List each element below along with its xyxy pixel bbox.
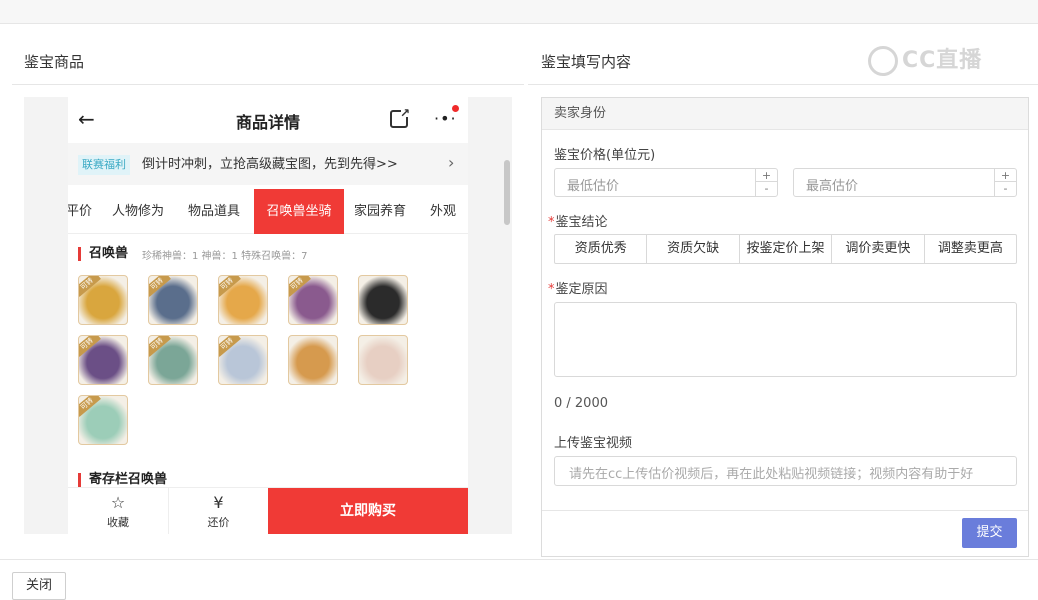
footer-divider	[0, 559, 1038, 560]
pet-thumbnail[interactable]: 可转	[288, 275, 338, 325]
max-price-placeholder: 最高估价	[806, 179, 859, 194]
tab-jiayuan[interactable]: 家园养育	[350, 189, 410, 234]
reason-label-text: 鉴定原因	[555, 282, 608, 297]
pet-thumbnail[interactable]	[358, 335, 408, 385]
increment-icon[interactable]: +	[756, 169, 777, 182]
conclusion-options: 资质优秀 资质欠缺 按鉴定价上架 调价卖更快 调整卖更高	[554, 234, 1017, 264]
yen-icon: ¥	[213, 493, 224, 512]
video-link-input[interactable]: 请先在cc上传估价视频后，再在此处粘贴视频链接；视频内容有助于好	[554, 456, 1017, 486]
min-price-placeholder: 最低估价	[567, 179, 620, 194]
price-label: 鉴宝价格(单位元)	[554, 148, 656, 163]
chevron-right-icon: ›	[448, 153, 455, 172]
reason-label: *鉴定原因	[548, 278, 608, 297]
video-placeholder: 请先在cc上传估价视频后，再在此处粘贴视频链接；视频内容有助于好	[569, 467, 974, 482]
conclusion-label: *鉴宝结论	[548, 211, 608, 230]
char-counter: 0 / 2000	[554, 396, 608, 411]
left-section-divider	[12, 84, 524, 85]
notification-dot	[452, 105, 459, 112]
pet-badge: 可转	[79, 336, 101, 357]
pet-thumbnail[interactable]: 可转	[148, 275, 198, 325]
pet-badge: 可转	[79, 396, 101, 417]
bargain-label: 还价	[207, 516, 230, 529]
max-price-stepper[interactable]: + -	[994, 169, 1016, 196]
storage-heading: 寄存栏召唤兽	[78, 473, 167, 487]
category-tabs: 平价 人物修为 物品道具 召唤兽坐骑 家园养育 外观	[68, 189, 468, 234]
min-price-input[interactable]: 最低估价 + -	[554, 168, 778, 197]
video-label: 上传鉴宝视频	[554, 436, 633, 451]
left-section-title: 鉴宝商品	[24, 53, 85, 71]
tab-waiguan[interactable]: 外观	[426, 189, 460, 234]
required-mark: *	[548, 215, 555, 230]
phone-preview: ← 商品详情 ↗ ·•· 联赛福利 倒计时冲刺，立抢高级藏宝图，先到先得>> ›…	[68, 97, 468, 534]
more-icon[interactable]: ·•·	[434, 109, 457, 128]
favorite-label: 收藏	[107, 516, 129, 529]
right-section-divider	[528, 84, 1038, 85]
right-section-title: 鉴宝填写内容	[541, 53, 632, 71]
share-icon[interactable]: ↗	[390, 106, 410, 128]
conclusion-label-text: 鉴宝结论	[555, 215, 608, 230]
tab-zhaohuanshou[interactable]: 召唤兽坐骑	[254, 189, 344, 234]
option-list-at-price[interactable]: 按鉴定价上架	[740, 235, 833, 263]
option-excellent[interactable]: 资质优秀	[555, 235, 648, 263]
top-bar	[0, 0, 1038, 24]
promo-tag: 联赛福利	[78, 155, 130, 175]
pet-badge: 可转	[79, 276, 101, 297]
pet-thumbnail[interactable]: 可转	[148, 335, 198, 385]
close-button[interactable]: 关闭	[12, 572, 66, 600]
pet-thumbnail[interactable]: 可转	[218, 275, 268, 325]
pet-badge: 可转	[219, 336, 241, 357]
seller-identity-header: 卖家身份	[542, 98, 1028, 130]
tab-pingjia[interactable]: 平价	[68, 189, 92, 234]
buy-now-button[interactable]: 立即购买	[268, 488, 468, 534]
pet-thumbnail[interactable]	[358, 275, 408, 325]
option-lacking[interactable]: 资质欠缺	[647, 235, 740, 263]
reason-textarea[interactable]	[554, 302, 1017, 377]
promo-text: 倒计时冲刺，立抢高级藏宝图，先到先得>>	[142, 157, 398, 172]
promo-banner[interactable]: 联赛福利 倒计时冲刺，立抢高级藏宝图，先到先得>> ›	[68, 143, 468, 185]
max-price-input[interactable]: 最高估价 + -	[793, 168, 1017, 197]
pet-thumbnail[interactable]: 可转	[78, 395, 128, 445]
tab-renwu[interactable]: 人物修为	[108, 189, 168, 234]
decrement-icon[interactable]: -	[756, 182, 777, 195]
pet-thumbnail[interactable]	[288, 335, 338, 385]
phone-nav-bar: ← 商品详情 ↗ ·•·	[68, 97, 468, 143]
star-icon: ☆	[110, 493, 126, 512]
appraisal-form: 卖家身份 鉴宝价格(单位元) 最低估价 + - 最高估价 + - *鉴宝结论 资质优…	[541, 97, 1029, 557]
option-raise-price[interactable]: 调整卖更高	[925, 235, 1016, 263]
pet-badge: 可转	[289, 276, 311, 297]
pet-thumbnail[interactable]: 可转	[78, 335, 128, 385]
preview-scrollbar[interactable]	[504, 160, 510, 225]
submit-button[interactable]: 提交	[962, 518, 1017, 548]
summon-heading: 召唤兽	[78, 247, 128, 261]
pet-thumbnail[interactable]: 可转	[78, 275, 128, 325]
watermark-logo: CC直播	[868, 42, 1008, 76]
tab-wupin[interactable]: 物品道具	[184, 189, 244, 234]
increment-icon[interactable]: +	[995, 169, 1016, 182]
bargain-button[interactable]: ¥ 还价	[168, 488, 268, 534]
pet-badge: 可转	[219, 276, 241, 297]
pet-badge: 可转	[149, 336, 171, 357]
required-mark: *	[548, 282, 555, 297]
min-price-stepper[interactable]: + -	[755, 169, 777, 196]
phone-bottom-bar: ☆ 收藏 ¥ 还价 立即购买	[68, 487, 468, 534]
favorite-button[interactable]: ☆ 收藏	[68, 488, 168, 534]
decrement-icon[interactable]: -	[995, 182, 1016, 195]
option-lower-price[interactable]: 调价卖更快	[832, 235, 925, 263]
pet-badge: 可转	[149, 276, 171, 297]
summon-stats: 珍稀神兽：1 神兽：1 特殊召唤兽：7	[142, 251, 308, 262]
form-footer-divider	[542, 510, 1028, 511]
pet-thumbnail[interactable]: 可转	[218, 335, 268, 385]
